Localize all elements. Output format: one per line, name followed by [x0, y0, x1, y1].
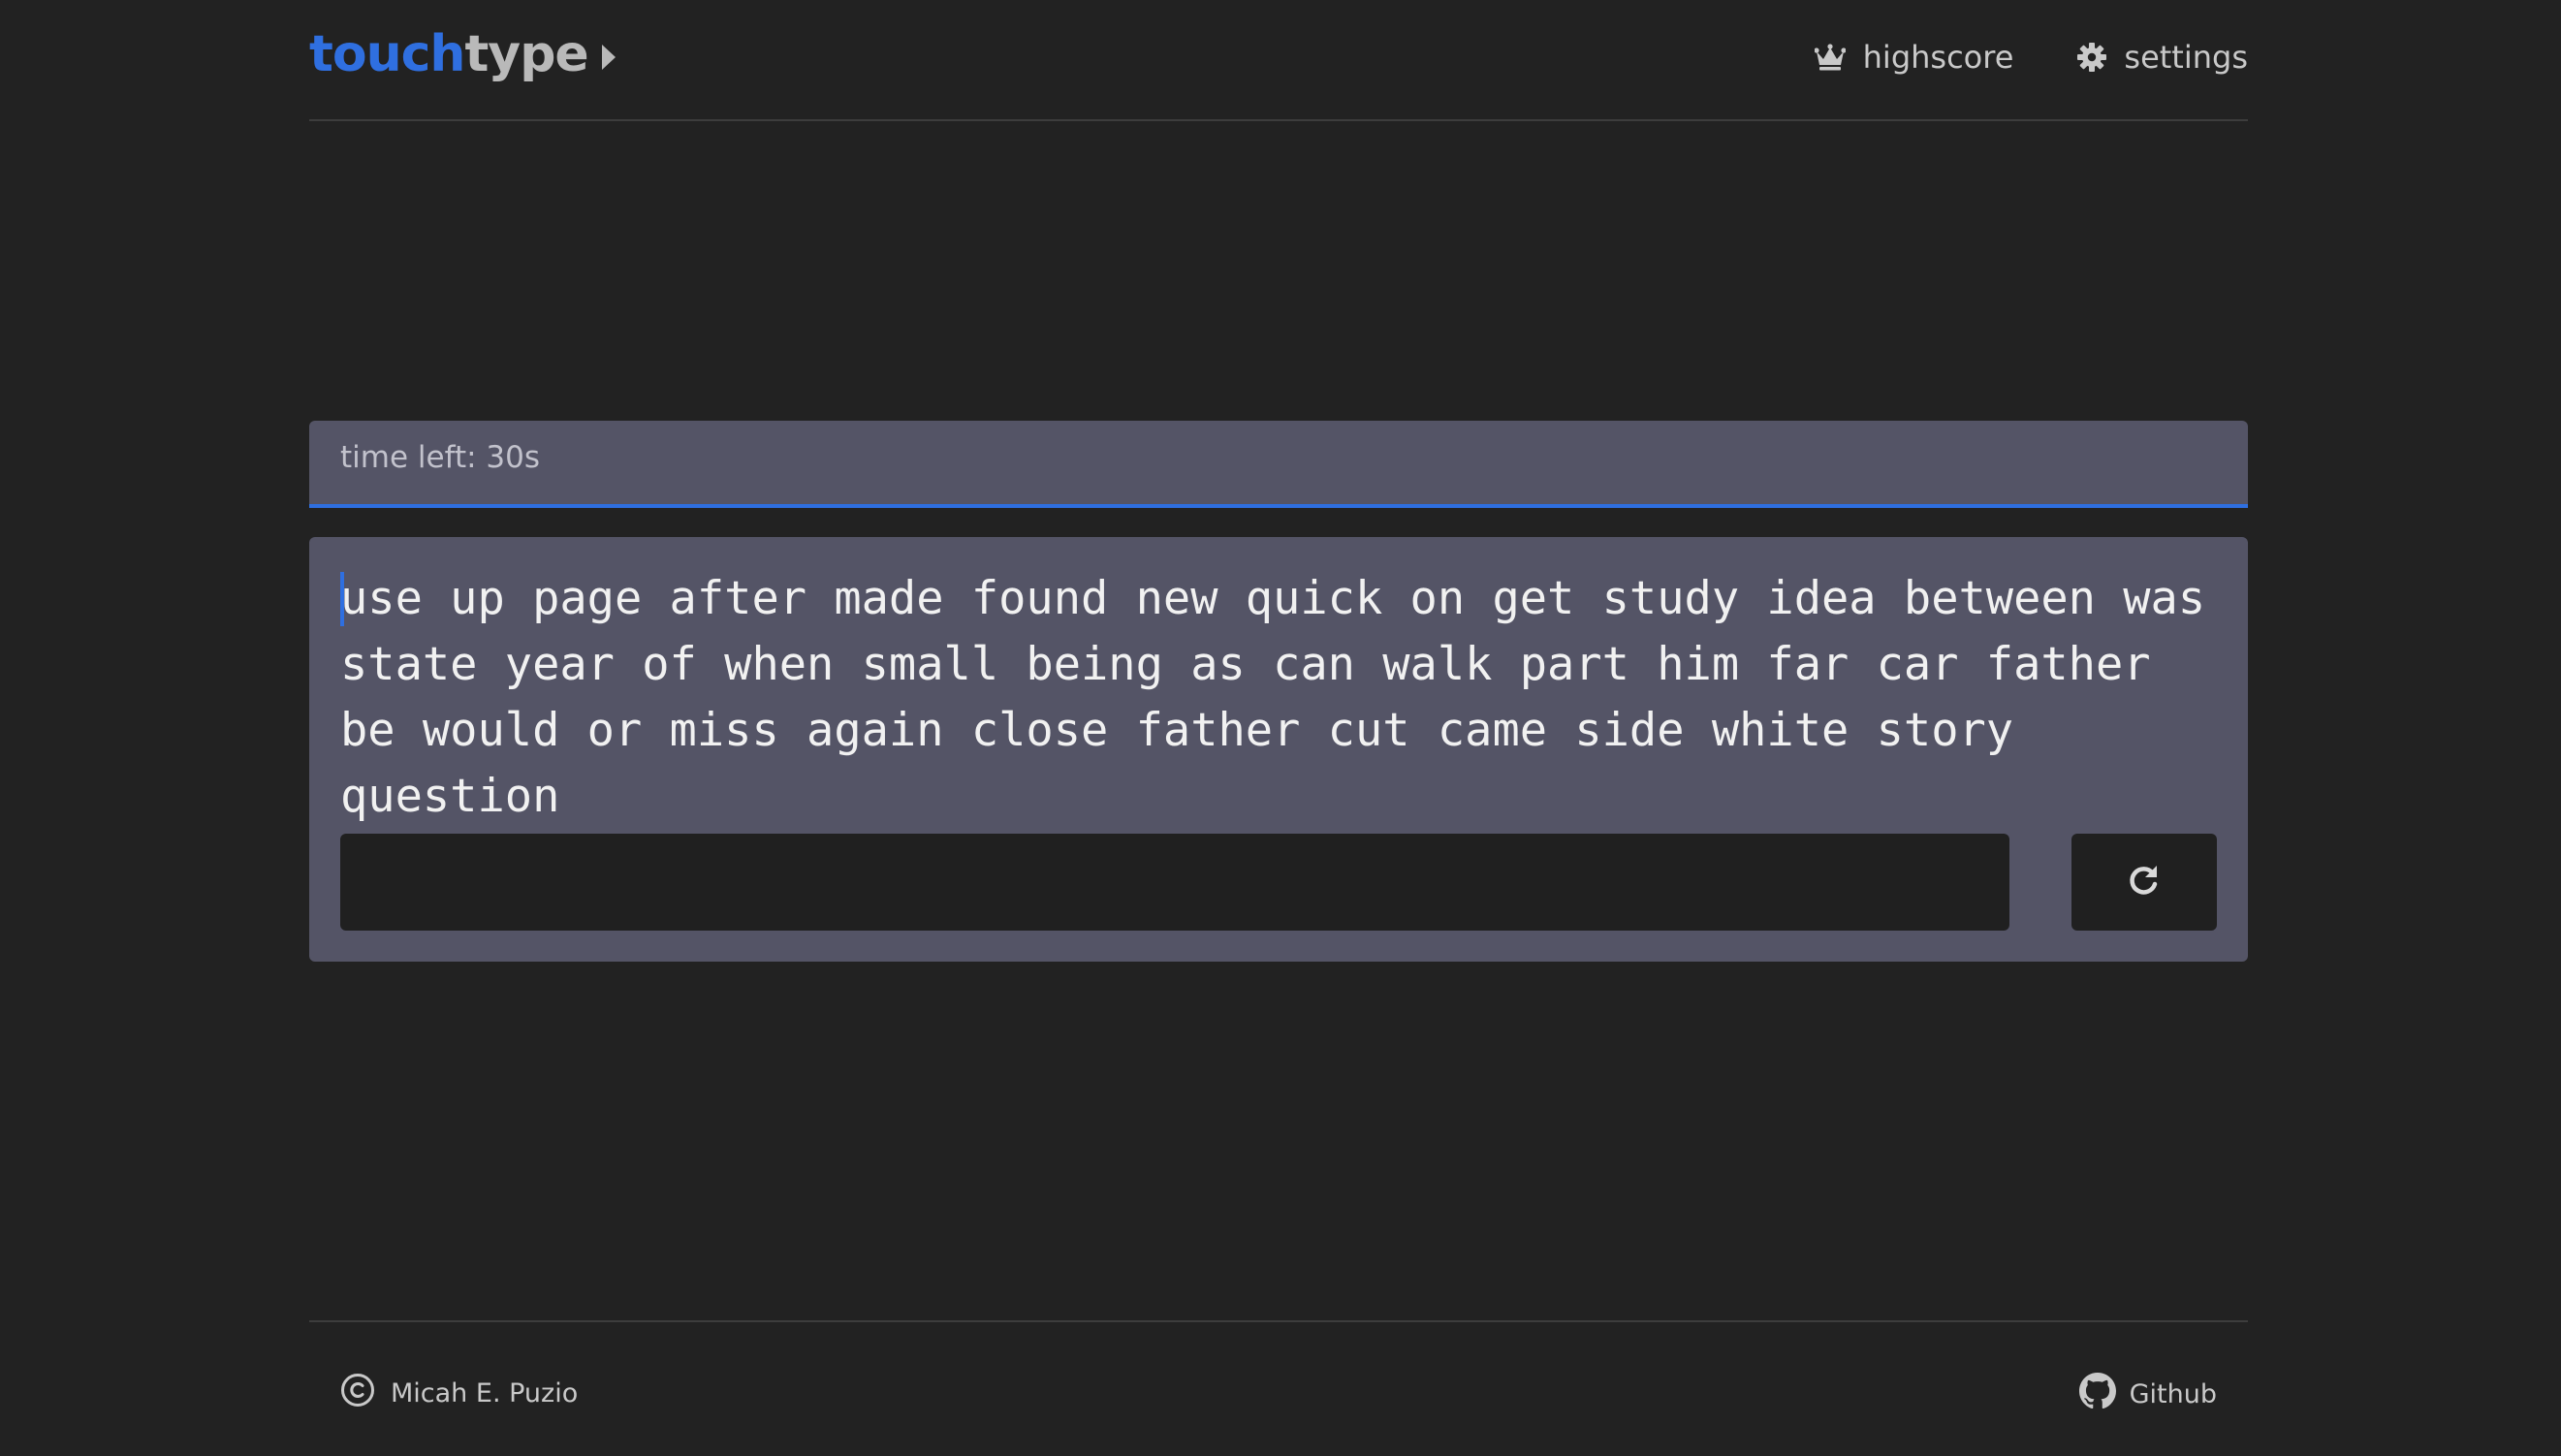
header: touchtype highscore settings: [309, 0, 2248, 121]
highscore-label: highscore: [1862, 39, 2014, 76]
typing-card: use up page after made found new quick o…: [309, 537, 2248, 962]
word-list: use up page after made found new quick o…: [340, 572, 2233, 823]
github-label: Github: [2129, 1379, 2217, 1409]
settings-link[interactable]: settings: [2077, 39, 2248, 76]
redo-icon: [2127, 863, 2162, 902]
github-link[interactable]: Github: [2078, 1373, 2217, 1416]
typing-input[interactable]: [340, 834, 2009, 931]
copyright: Micah E. Puzio: [340, 1373, 578, 1414]
highscore-link[interactable]: highscore: [1814, 39, 2014, 76]
timer-bar: time left: 30s: [309, 421, 2248, 508]
footer: Micah E. Puzio Github: [309, 1320, 2248, 1456]
time-left-label: time left: 30s: [340, 440, 540, 475]
logo-touch: touch: [309, 25, 465, 83]
author-name: Micah E. Puzio: [391, 1378, 579, 1409]
top-nav: highscore settings: [1814, 33, 2248, 81]
gear-icon: [2077, 43, 2107, 72]
crown-icon: [1814, 44, 1846, 71]
page: touchtype highscore settings time left: …: [309, 0, 2248, 1456]
logo[interactable]: touchtype: [309, 19, 616, 92]
caret-right-icon: [601, 18, 616, 88]
copyright-icon: [340, 1373, 375, 1414]
logo-type: type: [464, 25, 588, 83]
settings-label: settings: [2124, 39, 2248, 76]
restart-button[interactable]: [2071, 834, 2217, 931]
github-icon: [2078, 1373, 2116, 1416]
